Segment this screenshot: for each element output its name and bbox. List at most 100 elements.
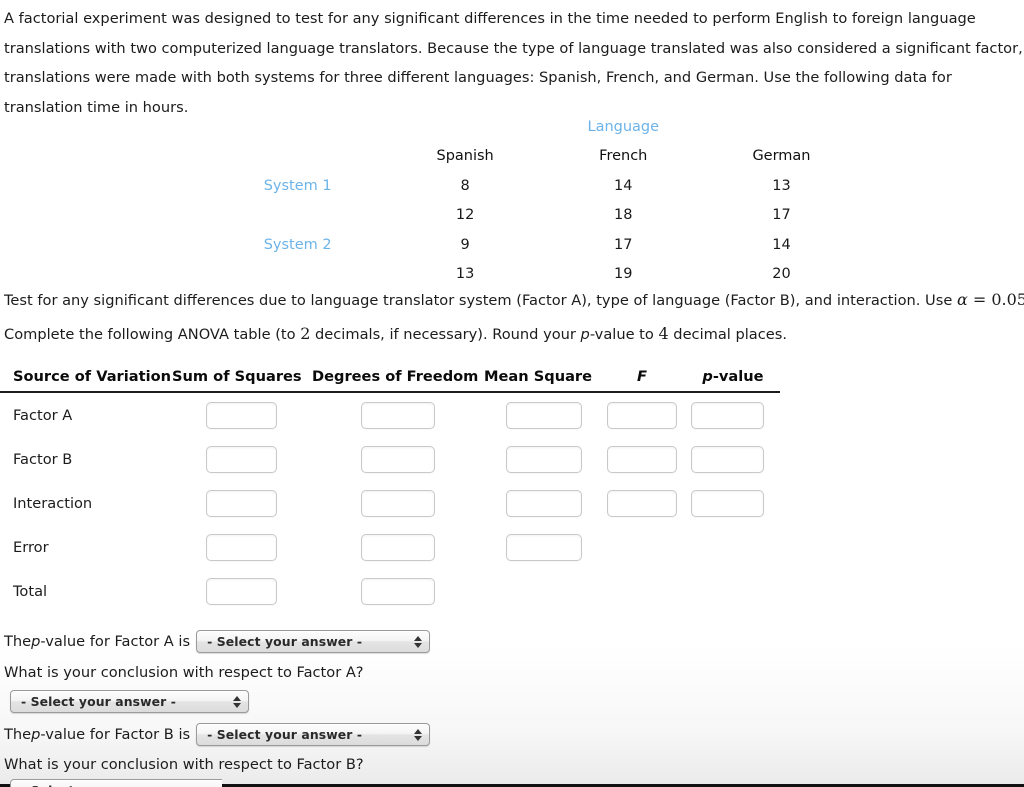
chevron-updown-icon xyxy=(414,635,423,648)
select-conclusion-factor-a[interactable]: - Select your answer - xyxy=(10,690,249,713)
data-cell: 17 xyxy=(772,207,791,224)
data-cell: 14 xyxy=(772,236,791,253)
cell-df-factor-b xyxy=(361,445,506,473)
cell-ss-interaction xyxy=(206,489,361,517)
instruction-text: Test for any significant differences due… xyxy=(4,292,957,309)
data-cell: 18 xyxy=(614,207,633,224)
cell-ss-error xyxy=(206,533,361,561)
cell-p-factor-b xyxy=(691,445,781,473)
input-ss-factor-b[interactable] xyxy=(206,445,277,473)
select-conclusion-factor-a-label: - Select your answer - xyxy=(21,694,177,709)
question-conclusion-factor-a: What is your conclusion with respect to … xyxy=(4,664,364,681)
anova-table: Source of Variation Sum of Squares Degre… xyxy=(0,368,790,613)
input-p-interaction[interactable] xyxy=(691,489,764,517)
header-p-value: p-value xyxy=(688,368,778,385)
decimal-places-count: 4 xyxy=(658,324,669,343)
input-df-factor-a[interactable] xyxy=(361,401,435,429)
input-ss-interaction[interactable] xyxy=(206,489,277,517)
equals-sign: = xyxy=(972,290,987,309)
instruction-test-differences: Test for any significant differences due… xyxy=(4,290,1024,309)
alpha-symbol: α xyxy=(956,290,968,309)
data-cell: 12 xyxy=(455,207,475,224)
input-df-total[interactable] xyxy=(361,577,435,605)
cell-df-interaction xyxy=(361,489,506,517)
header-sum-of-squares: Sum of Squares xyxy=(172,368,302,385)
data-cell: 17 xyxy=(614,236,633,253)
data-table-group-header-row: Language xyxy=(0,112,860,142)
input-p-factor-b[interactable] xyxy=(691,445,764,473)
input-ms-interaction[interactable] xyxy=(506,489,582,517)
input-ss-error[interactable] xyxy=(206,533,277,561)
question-p-value-factor-a: The p -value for Factor A is - Select you… xyxy=(4,630,431,653)
question-text: The xyxy=(4,633,32,650)
input-f-factor-b[interactable] xyxy=(607,445,677,473)
column-header-german: German xyxy=(752,148,811,165)
input-ss-total[interactable] xyxy=(206,577,277,605)
p-italic: p xyxy=(580,326,590,343)
cell-ss-factor-b xyxy=(206,445,361,473)
instruction-complete-table: Complete the following ANOVA table (to 2… xyxy=(4,324,787,343)
input-ms-error[interactable] xyxy=(506,533,582,561)
input-f-factor-a[interactable] xyxy=(607,401,677,429)
anova-row-factor-a: Factor A xyxy=(0,393,790,437)
anova-header-row: Source of Variation Sum of Squares Degre… xyxy=(0,368,780,393)
select-p-value-factor-a[interactable]: - Select your answer - xyxy=(196,630,431,653)
p-italic: p xyxy=(31,726,41,743)
question-p-value-factor-b: The p -value for Factor B is - Select you… xyxy=(4,723,431,746)
p-italic: p xyxy=(31,633,41,650)
input-ss-factor-a[interactable] xyxy=(206,401,277,429)
anova-row-error: Error xyxy=(0,525,790,569)
question-text: What is your conclusion with respect to … xyxy=(4,664,364,681)
question-conclusion-factor-b: What is your conclusion with respect to … xyxy=(4,756,364,773)
empty-corner-cell xyxy=(0,112,387,142)
data-cell: 13 xyxy=(772,177,791,194)
cell-ms-factor-a xyxy=(506,401,607,429)
column-header-french: French xyxy=(599,148,648,165)
table-row: 13 19 20 xyxy=(0,260,860,290)
select-p-value-factor-b[interactable]: - Select your answer - xyxy=(196,723,431,746)
alpha-value: 0.05 xyxy=(991,290,1024,309)
input-ms-factor-b[interactable] xyxy=(506,445,582,473)
data-cell: 20 xyxy=(772,266,791,283)
header-p-rest: -value xyxy=(712,368,764,385)
cell-ss-total xyxy=(206,577,361,605)
column-header-spanish: Spanish xyxy=(436,148,494,165)
cell-ms-interaction xyxy=(506,489,607,517)
cell-p-factor-a xyxy=(691,401,781,429)
header-degrees-of-freedom: Degrees of Freedom xyxy=(312,368,479,385)
anova-row-total: Total xyxy=(0,569,790,613)
select-conclusion-factor-b[interactable]: - Select your answer - xyxy=(10,779,222,787)
input-df-error[interactable] xyxy=(361,533,435,561)
cell-f-factor-b xyxy=(607,445,691,473)
select-p-value-factor-b-label: - Select your answer - xyxy=(207,727,363,742)
row-label-blank xyxy=(0,260,387,290)
data-cell: 14 xyxy=(614,177,633,194)
question-text: What is your conclusion with respect to … xyxy=(4,756,364,773)
conclusion-factor-b-select-wrapper: - Select your answer - xyxy=(10,779,222,787)
input-ms-factor-a[interactable] xyxy=(506,401,582,429)
empty-corner-cell xyxy=(0,142,387,172)
instruction-text: decimals, if necessary). Round your xyxy=(310,326,581,343)
instruction-text: Complete the following ANOVA table (to xyxy=(4,326,301,343)
decimals-count: 2 xyxy=(300,324,311,343)
cell-p-interaction xyxy=(691,489,781,517)
anova-row-interaction: Interaction xyxy=(0,481,790,525)
header-f: F xyxy=(637,368,647,385)
select-p-value-factor-a-label: - Select your answer - xyxy=(207,634,363,649)
data-cell: 13 xyxy=(455,266,475,283)
row-label-system-1: System 1 xyxy=(263,177,332,194)
header-mean-square: Mean Square xyxy=(484,368,593,385)
empty-cell xyxy=(703,112,860,142)
input-df-interaction[interactable] xyxy=(361,489,435,517)
input-p-factor-a[interactable] xyxy=(691,401,764,429)
input-df-factor-b[interactable] xyxy=(361,445,435,473)
cell-ms-error xyxy=(506,533,607,561)
question-text: -value for Factor A is xyxy=(40,633,191,650)
data-cell: 19 xyxy=(614,266,633,283)
input-f-interaction[interactable] xyxy=(607,489,677,517)
row-label-blank xyxy=(0,201,387,231)
instruction-text: -value to xyxy=(589,326,659,343)
header-source-of-variation: Source of Variation xyxy=(13,368,171,385)
language-group-header: Language xyxy=(587,118,660,135)
instruction-text: decimal places. xyxy=(668,326,787,343)
